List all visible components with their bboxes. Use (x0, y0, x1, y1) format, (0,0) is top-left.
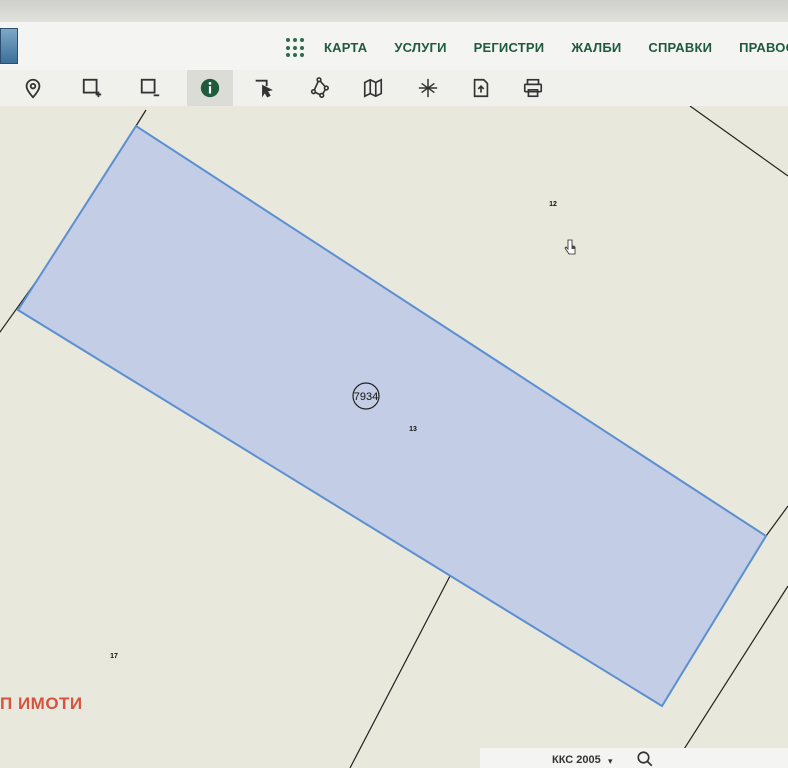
nav-item-pravos[interactable]: ПРАВОС (739, 40, 788, 55)
nav-item-karta[interactable]: КАРТА (324, 40, 367, 55)
export-icon (473, 78, 489, 98)
pointer-tool-icon (255, 79, 273, 98)
add-selection-button[interactable] (72, 70, 112, 106)
info-icon (200, 78, 220, 98)
parcel-id-label: 7934 (354, 391, 378, 403)
crosshair-button[interactable] (408, 70, 448, 106)
nav-item-uslugi[interactable]: УСЛУГИ (394, 40, 446, 55)
info-button[interactable] (187, 70, 233, 106)
nav-item-zhalbi[interactable]: ЖАЛБИ (571, 40, 621, 55)
apps-grid-icon[interactable] (286, 38, 306, 58)
polygon-button[interactable] (299, 70, 339, 106)
status-bar (480, 748, 788, 768)
add-selection-icon (82, 78, 102, 98)
parcel-number-ne: 12 (549, 201, 557, 208)
print-button[interactable] (513, 70, 553, 106)
map-layers-button[interactable] (353, 70, 393, 106)
nav-item-spravki[interactable]: СПРАВКИ (648, 40, 712, 55)
location-pin-icon (25, 78, 41, 99)
properties-label: П ИМОТИ (0, 694, 83, 713)
nav-item-registri[interactable]: РЕГИСТРИ (474, 40, 545, 55)
app-logo[interactable] (0, 28, 18, 64)
main-nav: КАРТА УСЛУГИ РЕГИСТРИ ЖАЛБИ СПРАВКИ ПРАВ… (324, 40, 788, 55)
search-icon[interactable] (636, 750, 654, 768)
map-toolbar (0, 70, 788, 107)
export-button[interactable] (461, 70, 501, 106)
crs-select[interactable]: ККС 2005 (552, 754, 601, 766)
parcel-number-main: 13 (409, 426, 417, 433)
print-icon (523, 78, 543, 98)
cadastral-map[interactable]: 7934 13 12 17 (0, 106, 788, 768)
screen-bezel (0, 0, 788, 22)
pointer-tool-button[interactable] (243, 70, 283, 106)
parcel-number-sw: 17 (110, 653, 118, 660)
remove-selection-icon (140, 78, 160, 97)
remove-selection-button[interactable] (130, 70, 170, 106)
polygon-icon (310, 77, 329, 98)
crosshair-icon (418, 78, 438, 98)
map-icon (363, 78, 383, 98)
chevron-down-icon[interactable]: ▾ (608, 756, 613, 767)
location-pin-button[interactable] (13, 70, 53, 106)
